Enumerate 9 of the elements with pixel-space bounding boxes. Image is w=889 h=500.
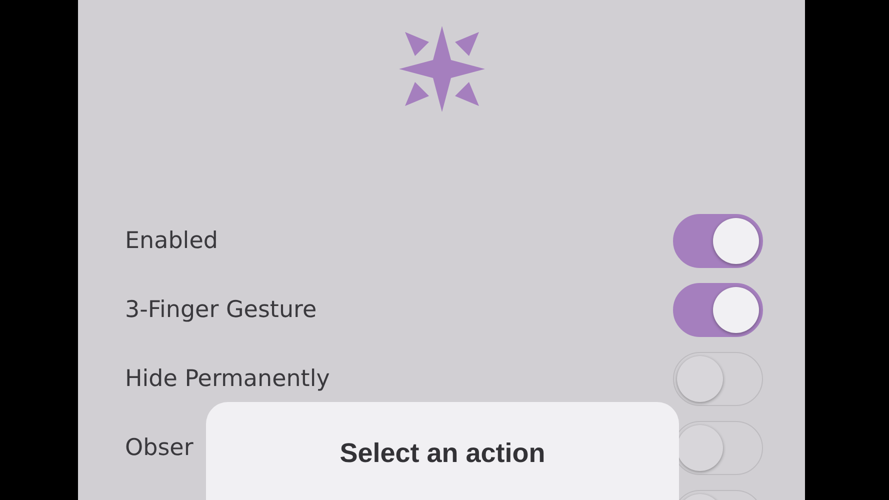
sheet-title: Select an action bbox=[340, 438, 546, 470]
toggle-switch[interactable] bbox=[673, 214, 763, 268]
toggle-switch[interactable] bbox=[673, 352, 763, 406]
sparkle-star-icon bbox=[398, 26, 484, 112]
setting-label: 3-Finger Gesture bbox=[125, 296, 317, 322]
setting-label: Obser bbox=[125, 434, 194, 460]
toggle-switch[interactable] bbox=[673, 282, 763, 336]
setting-label: Enabled bbox=[125, 228, 218, 254]
setting-label: Hide Permanently bbox=[125, 366, 330, 392]
